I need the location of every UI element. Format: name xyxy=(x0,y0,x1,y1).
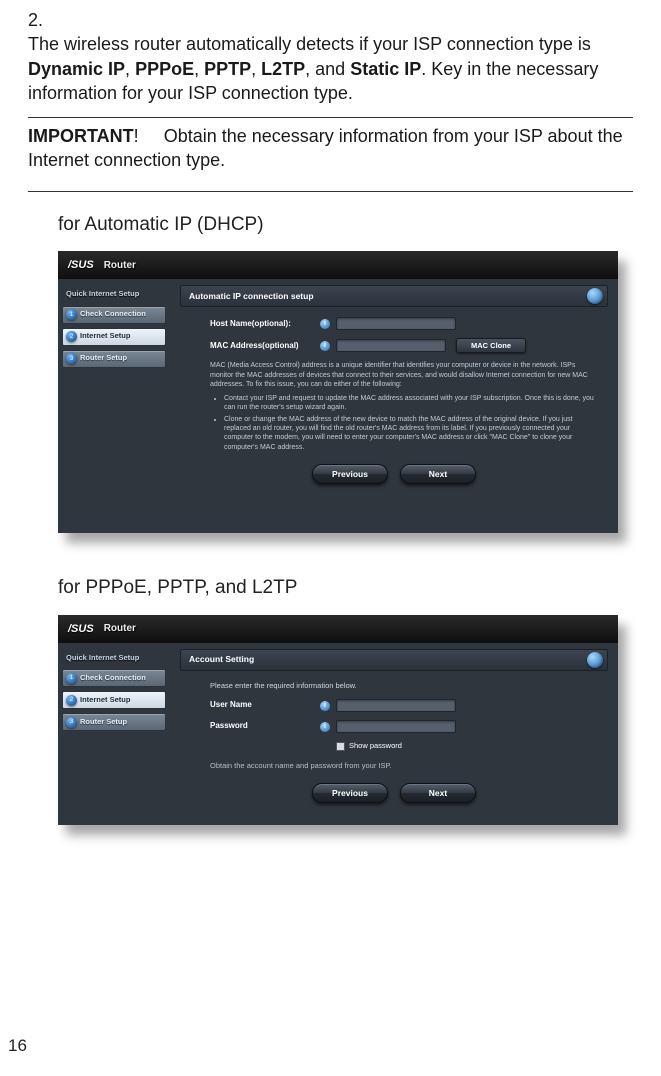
divider xyxy=(28,117,633,118)
previous-button[interactable]: Previous xyxy=(312,783,388,803)
router-screenshot-dhcp: /SUS Router Quick Internet Setup 1 Check… xyxy=(58,251,618,533)
mac-address-input[interactable] xyxy=(336,339,446,352)
step-item: 2. The wireless router automatically det… xyxy=(28,8,633,105)
router-model: Router xyxy=(104,622,136,636)
section-title-dhcp: for Automatic IP (DHCP) xyxy=(58,212,633,238)
password-label: Password xyxy=(210,721,320,732)
panel-header: Account Setting xyxy=(180,649,608,671)
wizard-step-check-connection[interactable]: 1 Check Connection xyxy=(62,669,166,687)
router-header: /SUS Router xyxy=(58,615,618,643)
password-input[interactable] xyxy=(336,720,456,733)
sidebar-title: Quick Internet Setup xyxy=(62,649,166,669)
previous-button[interactable]: Previous xyxy=(312,464,388,484)
wizard-step-internet-setup[interactable]: 2 Internet Setup xyxy=(62,328,166,346)
wizard-sidebar: Quick Internet Setup 1 Check Connection … xyxy=(58,279,170,533)
important-note: IMPORTANT! Obtain the necessary informat… xyxy=(28,124,633,179)
divider xyxy=(28,191,633,192)
step-badge-icon: 1 xyxy=(66,673,77,684)
host-name-input[interactable] xyxy=(336,317,456,330)
next-button[interactable]: Next xyxy=(400,783,476,803)
mac-clone-button[interactable]: MAC Clone xyxy=(456,338,526,353)
step-badge-icon: 2 xyxy=(66,331,77,342)
section-title-pppoe: for PPPoE, PPTP, and L2TP xyxy=(58,575,633,601)
help-icon[interactable]: i xyxy=(320,319,330,329)
help-icon[interactable]: i xyxy=(320,341,330,351)
form-hint: Please enter the required information be… xyxy=(210,681,608,691)
page-number: 16 xyxy=(8,1035,27,1058)
brand-logo: /SUS xyxy=(68,622,94,637)
host-name-label: Host Name(optional): xyxy=(210,319,320,330)
step-badge-icon: 2 xyxy=(66,695,77,706)
show-password-checkbox[interactable] xyxy=(336,742,345,751)
username-label: User Name xyxy=(210,700,320,711)
obtain-hint: Obtain the account name and password fro… xyxy=(210,761,608,771)
globe-icon xyxy=(587,652,603,668)
globe-icon xyxy=(587,288,603,304)
wizard-step-internet-setup[interactable]: 2 Internet Setup xyxy=(62,691,166,709)
help-icon[interactable]: i xyxy=(320,701,330,711)
step-number: 2. xyxy=(28,8,56,32)
step-badge-icon: 1 xyxy=(66,309,77,320)
help-icon[interactable]: i xyxy=(320,722,330,732)
next-button[interactable]: Next xyxy=(400,464,476,484)
step-badge-icon: 3 xyxy=(66,353,77,364)
brand-logo: /SUS xyxy=(68,258,94,273)
wizard-step-router-setup[interactable]: 3 Router Setup xyxy=(62,713,166,731)
mac-address-label: MAC Address(optional) xyxy=(210,341,320,352)
mac-info-text: MAC (Media Access Control) address is a … xyxy=(210,361,598,452)
show-password-label: Show password xyxy=(349,741,402,751)
username-input[interactable] xyxy=(336,699,456,712)
wizard-sidebar: Quick Internet Setup 1 Check Connection … xyxy=(58,643,170,825)
sidebar-title: Quick Internet Setup xyxy=(62,285,166,305)
wizard-step-router-setup[interactable]: 3 Router Setup xyxy=(62,350,166,368)
router-screenshot-pppoe: /SUS Router Quick Internet Setup 1 Check… xyxy=(58,615,618,825)
router-model: Router xyxy=(104,259,136,273)
step-text: The wireless router automatically detect… xyxy=(28,32,601,105)
wizard-step-check-connection[interactable]: 1 Check Connection xyxy=(62,306,166,324)
step-badge-icon: 3 xyxy=(66,717,77,728)
panel-header: Automatic IP connection setup xyxy=(180,285,608,307)
router-header: /SUS Router xyxy=(58,251,618,279)
